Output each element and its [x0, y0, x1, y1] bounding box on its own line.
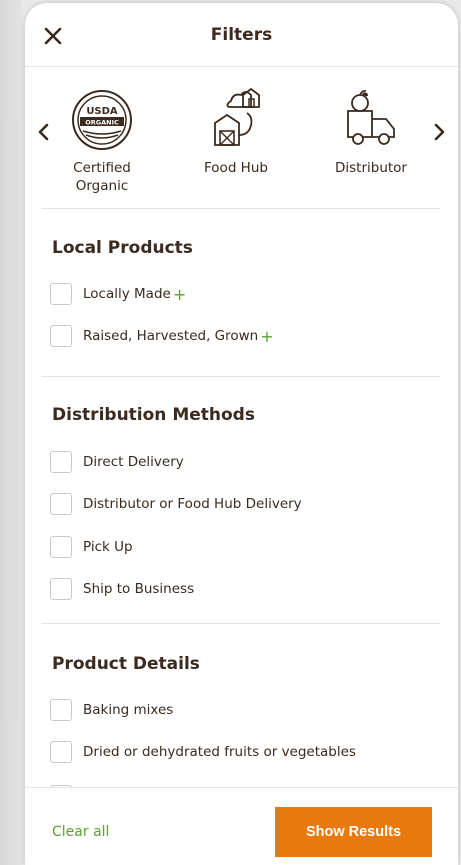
- checkbox-label: Direct Delivery: [83, 454, 184, 470]
- checkbox-distributor-food-hub-delivery[interactable]: Distributor or Food Hub Delivery: [50, 492, 302, 516]
- divider: [42, 623, 440, 624]
- filters-panel: Filters USDA ORGANIC Certified Organic F…: [25, 3, 458, 865]
- usda-organic-icon: USDA ORGANIC: [72, 90, 132, 150]
- checkbox-label: Pick Up: [83, 539, 133, 555]
- divider: [42, 376, 440, 377]
- checkbox[interactable]: [50, 493, 72, 515]
- background-app-strip: [0, 0, 22, 865]
- distributor-icon: [347, 90, 395, 145]
- svg-text:ORGANIC: ORGANIC: [85, 119, 119, 127]
- panel-footer: Clear all Show Results: [25, 787, 458, 865]
- cert-item-organic[interactable]: USDA ORGANIC Certified Organic: [47, 83, 157, 195]
- checkbox-locally-made[interactable]: Locally Made +: [50, 282, 186, 306]
- svg-text:USDA: USDA: [86, 106, 118, 117]
- page-title: Filters: [210, 25, 273, 45]
- checkbox-label: Distributor or Food Hub Delivery: [83, 496, 302, 512]
- checkbox-label: Ship to Business: [83, 581, 195, 597]
- checkbox[interactable]: [50, 536, 72, 558]
- show-results-button[interactable]: Show Results: [275, 807, 432, 857]
- panel-header: Filters: [25, 3, 458, 67]
- carousel-next-button[interactable]: [428, 119, 450, 145]
- background-lane: [6, 120, 18, 720]
- checkbox-ship-to-business[interactable]: Ship to Business: [50, 577, 194, 601]
- checkbox[interactable]: [50, 325, 72, 347]
- plus-icon: +: [260, 326, 274, 346]
- certification-carousel: USDA ORGANIC Certified Organic Food Hub …: [25, 67, 458, 212]
- checkbox[interactable]: [50, 699, 72, 721]
- checkbox-pick-up[interactable]: Pick Up: [50, 535, 133, 559]
- food-hub-icon: [214, 87, 260, 146]
- section-title-local-products: Local Products: [52, 238, 193, 258]
- chevron-right-icon: [434, 123, 445, 141]
- checkbox-label: Raised, Harvested, Grown: [83, 328, 259, 344]
- cert-label: Distributor: [334, 160, 407, 176]
- checkbox[interactable]: [50, 283, 72, 305]
- checkbox-dried-fruits-vegetables[interactable]: Dried or dehydrated fruits or vegetables: [50, 740, 356, 764]
- cert-item-food-hub[interactable]: Food Hub: [181, 83, 291, 177]
- checkbox-label: Dried or dehydrated fruits or vegetables: [83, 744, 356, 760]
- section-title-product-details: Product Details: [52, 654, 200, 674]
- checkbox-label: Locally Made: [83, 286, 171, 302]
- checkbox[interactable]: [50, 578, 72, 600]
- section-title-distribution-methods: Distribution Methods: [52, 405, 255, 425]
- checkbox-baking-mixes[interactable]: Baking mixes: [50, 698, 173, 722]
- checkbox[interactable]: [50, 741, 72, 763]
- cert-item-distributor[interactable]: Distributor: [316, 83, 426, 177]
- checkbox[interactable]: [50, 451, 72, 473]
- checkbox-raised-harvested-grown[interactable]: Raised, Harvested, Grown +: [50, 324, 274, 348]
- cert-label: Certified Organic: [73, 160, 131, 194]
- plus-icon: +: [172, 284, 187, 304]
- clear-all-button[interactable]: Clear all: [52, 824, 109, 840]
- cert-label: Food Hub: [204, 160, 268, 176]
- divider: [42, 208, 440, 209]
- checkbox-direct-delivery[interactable]: Direct Delivery: [50, 450, 184, 474]
- checkbox-label: Baking mixes: [83, 702, 174, 718]
